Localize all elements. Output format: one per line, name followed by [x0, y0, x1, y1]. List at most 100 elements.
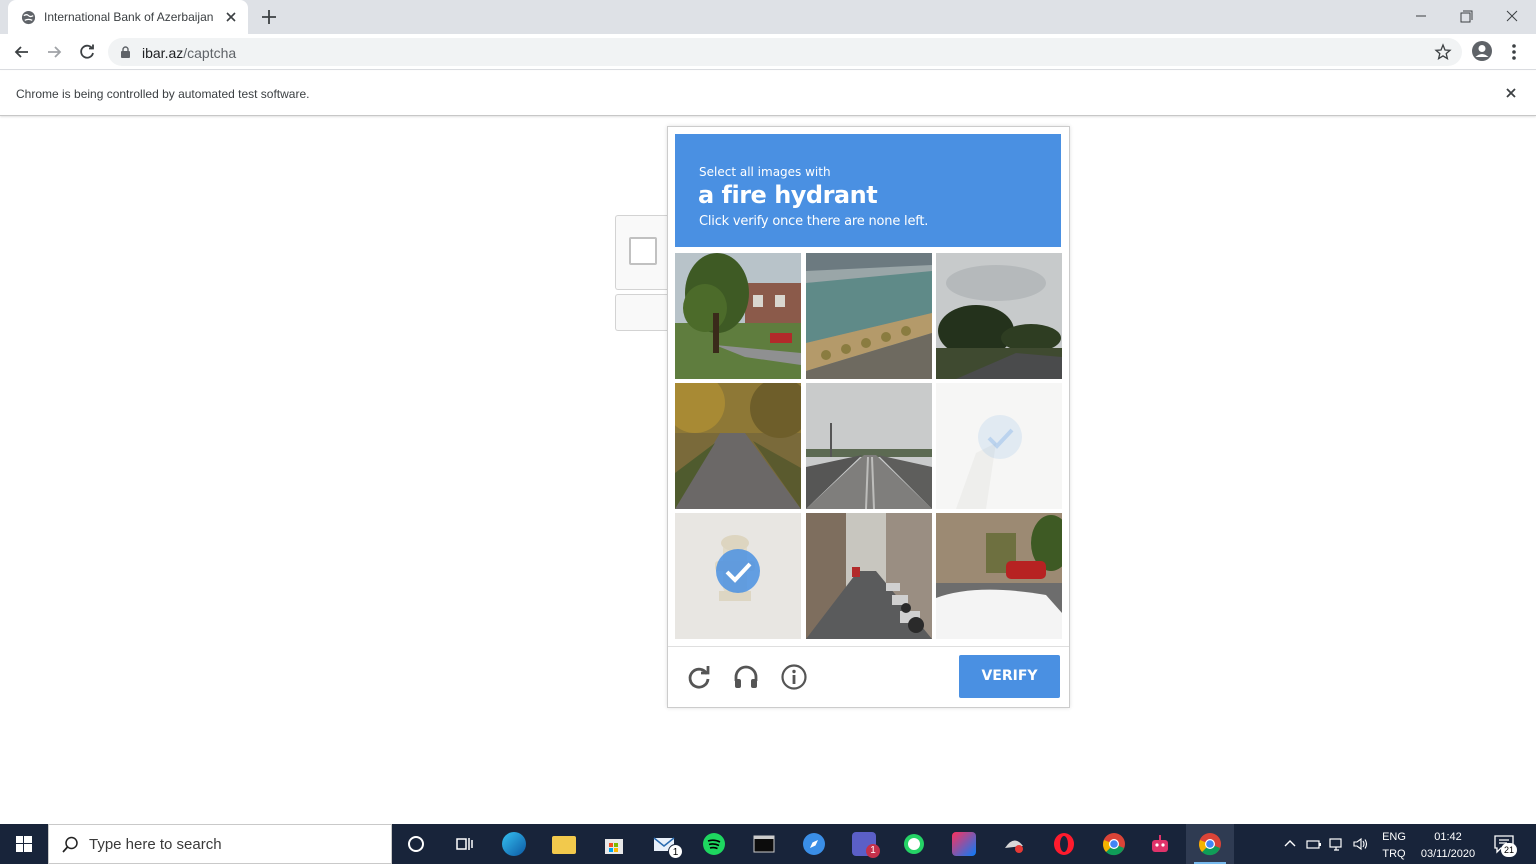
cortana-circle-icon [408, 836, 424, 852]
chrome-active-icon[interactable] [1186, 824, 1234, 864]
captcha-tile-2[interactable] [806, 253, 932, 379]
microsoft-store-icon[interactable] [590, 824, 638, 864]
taskbar-search-box[interactable]: Type here to search [48, 824, 392, 864]
verify-button[interactable]: VERIFY [959, 655, 1060, 698]
file-explorer-icon[interactable] [540, 824, 588, 864]
terminal-icon[interactable] [740, 824, 788, 864]
terminal-glyph-icon [753, 835, 775, 853]
safari-compass-icon[interactable] [790, 824, 838, 864]
browser-tabstrip: International Bank of Azerbaijan [0, 0, 1536, 34]
tile-2-image [806, 253, 932, 379]
recaptcha-checkbox[interactable] [629, 237, 657, 265]
close-infobar-icon[interactable] [1503, 85, 1519, 101]
lock-icon[interactable] [120, 46, 131, 58]
system-clock[interactable]: 01:42 03/11/2020 [1410, 829, 1486, 863]
captcha-tile-8[interactable] [806, 513, 932, 639]
chrome-icon[interactable] [1090, 824, 1138, 864]
tab-title: International Bank of Azerbaijan [44, 10, 214, 24]
captcha-image-grid [675, 253, 1062, 639]
close-window-icon[interactable] [1498, 4, 1526, 28]
notification-center[interactable]: 21 [1492, 832, 1518, 858]
captcha-tile-3[interactable] [936, 253, 1062, 379]
opera-icon[interactable] [1040, 824, 1088, 864]
teams-icon[interactable]: 1 [840, 824, 888, 864]
infobar-message: Chrome is being controlled by automated … [16, 87, 310, 101]
cortana-icon[interactable] [392, 824, 440, 864]
minimize-icon[interactable] [1407, 4, 1435, 28]
tile-4-image [675, 383, 801, 509]
recaptcha-anchor-lower [615, 294, 669, 331]
search-placeholder: Type here to search [89, 836, 222, 853]
profile-avatar-icon[interactable] [1471, 40, 1493, 62]
spotify-icon[interactable] [690, 824, 738, 864]
intellij-glyph-icon [952, 832, 976, 856]
whatsapp-glyph-icon [904, 834, 924, 854]
folder-glyph-icon [552, 836, 576, 854]
instruction-target: a fire hydrant [698, 181, 878, 209]
browser-tab[interactable]: International Bank of Azerbaijan [8, 0, 248, 34]
mail-icon[interactable]: 1 [640, 824, 688, 864]
instruction-line1: Select all images with [699, 165, 831, 179]
reload-icon[interactable] [76, 41, 98, 63]
network-icon[interactable] [1329, 836, 1345, 852]
windows-taskbar: Type here to search 1 1 ENG TRQ 01:42 03… [0, 824, 1536, 864]
chrome-active-glyph-icon [1199, 833, 1221, 856]
headphones-audio-icon[interactable] [732, 663, 760, 691]
lang-line1: ENG [1382, 831, 1406, 843]
bookmark-star-icon[interactable] [1434, 43, 1452, 61]
restore-icon[interactable] [1452, 4, 1480, 28]
browser-toolbar: ibar.az/captcha [0, 34, 1536, 70]
network-tool-icon[interactable] [990, 824, 1038, 864]
tile-9-image [936, 513, 1062, 639]
new-tab-icon[interactable] [259, 7, 279, 27]
menu-dots-icon[interactable] [1506, 42, 1522, 62]
captcha-challenge: Select all images with a fire hydrant Cl… [667, 126, 1070, 708]
intellij-icon[interactable] [940, 824, 988, 864]
recaptcha-anchor [615, 215, 669, 290]
chevron-up-icon[interactable] [1282, 836, 1298, 852]
search-icon [62, 836, 78, 853]
forward-arrow-icon[interactable] [43, 41, 65, 63]
whatsapp-icon[interactable] [890, 824, 938, 864]
compass-glyph-icon [803, 833, 825, 855]
robot-app-icon[interactable] [1136, 824, 1184, 864]
back-arrow-icon[interactable] [11, 41, 33, 63]
selected-check-icon [978, 415, 1022, 459]
edge-glyph-icon [502, 832, 526, 856]
close-tab-icon[interactable] [223, 9, 239, 25]
task-view-icon[interactable] [440, 824, 488, 864]
tile-8-image [806, 513, 932, 639]
url-path: /captcha [183, 45, 237, 61]
teams-badge: 1 [866, 844, 880, 858]
input-language[interactable]: ENG TRQ [1379, 829, 1409, 863]
info-icon[interactable] [780, 663, 808, 691]
opera-glyph-icon [1054, 833, 1074, 855]
clock-time: 01:42 [1434, 831, 1462, 843]
captcha-tile-4[interactable] [675, 383, 801, 509]
battery-icon[interactable] [1306, 836, 1322, 852]
task-view-glyph-icon [456, 838, 473, 850]
volume-icon[interactable] [1352, 836, 1368, 852]
windows-start-icon[interactable] [0, 824, 48, 864]
captcha-tile-5[interactable] [806, 383, 932, 509]
lang-line2: TRQ [1382, 848, 1406, 860]
mail-badge: 1 [668, 844, 683, 859]
footer-divider [668, 646, 1069, 647]
instruction-line3: Click verify once there are none left. [699, 214, 929, 229]
edge-browser-icon[interactable] [490, 824, 538, 864]
notification-count: 21 [1501, 843, 1517, 857]
captcha-tile-1[interactable] [675, 253, 801, 379]
address-bar[interactable]: ibar.az/captcha [108, 38, 1462, 66]
robot-glyph-icon [1152, 835, 1168, 852]
captcha-tile-7[interactable] [675, 513, 801, 639]
captcha-tile-6[interactable] [936, 383, 1062, 509]
shark-fin-icon [1005, 840, 1023, 853]
captcha-instructions: Select all images with a fire hydrant Cl… [675, 134, 1061, 247]
tile-1-image [675, 253, 801, 379]
tile-3-image [936, 253, 1062, 379]
selected-check-icon [716, 549, 760, 593]
reload-icon[interactable] [685, 663, 713, 691]
captcha-tile-9[interactable] [936, 513, 1062, 639]
automation-infobar: Chrome is being controlled by automated … [0, 71, 1536, 116]
store-bag-icon [605, 839, 623, 854]
